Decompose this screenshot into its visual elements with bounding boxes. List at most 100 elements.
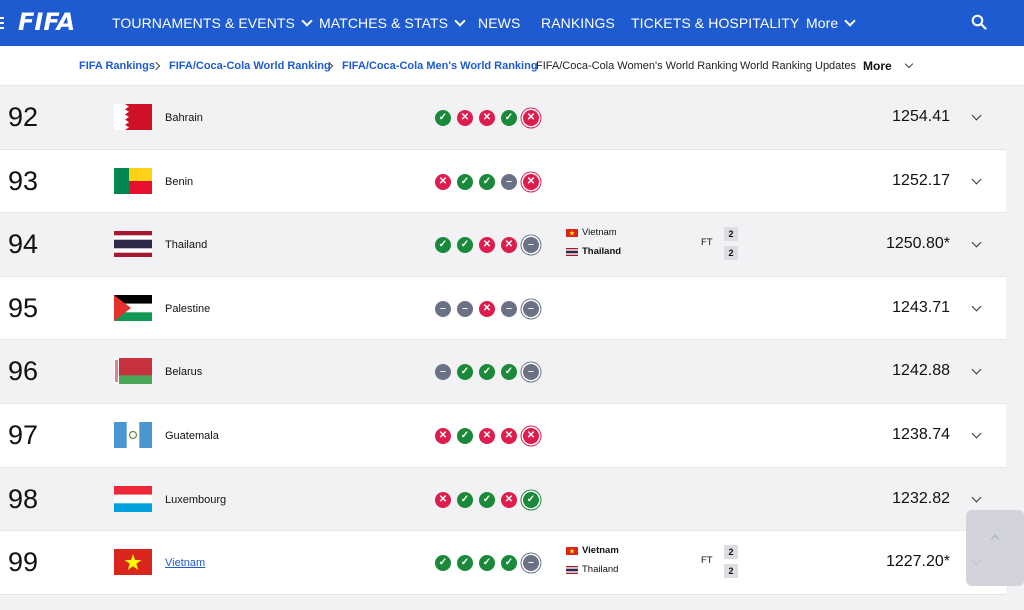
chevron-down-icon [904,59,914,69]
nav-more[interactable]: More [806,15,856,31]
search-icon[interactable] [971,14,987,30]
win-icon[interactable]: ✓ [457,427,473,444]
scroll-to-top-button[interactable] [966,510,1024,586]
country-name: Benin [165,175,194,188]
chevron-down-icon [454,15,466,27]
draw-icon[interactable]: – [435,300,451,317]
chevron-down-icon [844,15,856,27]
win-icon[interactable]: ✓ [479,173,495,190]
win-icon[interactable]: ✓ [457,364,473,381]
chevron-down-icon[interactable] [971,174,982,185]
chevron-down-icon[interactable] [971,428,982,439]
match-team-away: Thailand [566,246,621,257]
nav-label: MATCHES & STATS [319,15,449,31]
draw-icon[interactable]: – [523,237,539,254]
loss-icon[interactable]: ✕ [501,427,517,444]
breadcrumb-world-ranking[interactable]: FIFA/Coca-Cola World Ranking [169,60,331,72]
draw-icon[interactable]: – [523,300,539,317]
win-icon[interactable]: ✓ [435,110,451,126]
breadcrumb-more[interactable]: More [863,59,892,73]
win-icon[interactable]: ✓ [501,110,517,126]
match-team-away: Thailand [566,564,618,575]
loss-icon[interactable]: ✕ [435,173,451,190]
chevron-down-icon[interactable] [971,364,982,375]
hamburger-icon[interactable] [0,14,6,30]
nav-label: TOURNAMENTS & EVENTS [112,15,295,31]
loss-icon[interactable]: ✕ [479,110,495,126]
loss-icon[interactable]: ✕ [523,427,539,444]
ranking-row[interactable]: 97 Guatemala ✕ ✓ ✕ ✕ ✕ 1238.74 [0,403,1006,468]
nav-rankings[interactable]: RANKINGS [541,15,615,31]
ranking-row[interactable]: 92 Bahrain ✓ ✕ ✕ ✓ ✕ 1254.41 [0,86,1006,150]
win-icon[interactable]: ✓ [501,555,517,572]
country-name: Palestine [165,302,211,315]
loss-icon[interactable]: ✕ [435,427,451,444]
ranking-row[interactable]: 93 Benin ✕ ✓ ✓ – ✕ 1252.17 [0,149,1006,214]
country-name[interactable]: Vietnam [165,557,205,569]
team-name: Thailand [582,246,622,258]
win-icon[interactable]: ✓ [479,555,495,572]
latest-match[interactable]: Vietnam Thailand FT 2 2 [566,227,746,263]
fifa-logo[interactable]: FIFA [18,8,75,36]
thailand-flag-icon [114,231,152,258]
draw-icon[interactable]: – [523,555,539,572]
nav-matches-stats[interactable]: MATCHES & STATS [319,15,466,31]
win-icon[interactable]: ✓ [435,555,451,572]
draw-icon[interactable]: – [501,173,517,190]
win-icon[interactable]: ✓ [435,237,451,254]
win-icon[interactable]: ✓ [501,364,517,381]
loss-icon[interactable]: ✕ [479,427,495,444]
latest-match[interactable]: Vietnam Thailand FT 2 2 [566,545,746,581]
chevron-down-icon[interactable] [971,237,982,248]
breadcrumb-mens-ranking[interactable]: FIFA/Coca-Cola Men's World Ranking [342,60,538,72]
win-icon[interactable]: ✓ [457,173,473,190]
thailand-flag-icon [566,565,578,574]
draw-icon[interactable]: – [501,300,517,317]
draw-icon[interactable]: – [435,364,451,381]
rank-number: 97 [8,419,39,450]
loss-icon[interactable]: ✕ [523,110,539,126]
win-icon[interactable]: ✓ [457,237,473,254]
benin-flag-icon [114,167,152,194]
chevron-down-icon[interactable] [971,110,982,121]
ranking-row[interactable]: 99 Vietnam ✓ ✓ ✓ ✓ – Vietnam Thailand FT 2 2 1227.20… [0,531,1006,595]
nav-tickets-hospitality[interactable]: TICKETS & HOSPITALITY [631,15,799,31]
recent-form: ✕ ✓ ✕ ✕ ✕ [435,427,539,444]
score-home: 2 [724,545,738,560]
score-away: 2 [724,246,738,261]
loss-icon[interactable]: ✕ [479,237,495,254]
chevron-down-icon[interactable] [971,492,982,503]
vietnam-flag-icon [114,549,152,576]
win-icon[interactable]: ✓ [457,555,473,572]
loss-icon[interactable]: ✕ [435,491,451,508]
win-icon[interactable]: ✓ [523,491,539,508]
draw-icon[interactable]: – [457,300,473,317]
loss-icon[interactable]: ✕ [457,110,473,126]
breadcrumb-womens-ranking[interactable]: FIFA/Coca-Cola Women's World Ranking [536,60,738,72]
total-points: 1243.71 [892,298,950,316]
win-icon[interactable]: ✓ [479,491,495,508]
win-icon[interactable]: ✓ [479,364,495,381]
loss-icon[interactable]: ✕ [501,491,517,508]
nav-label: NEWS [478,15,521,31]
ranking-row[interactable]: 96 Belarus – ✓ ✓ ✓ –1242.88 [0,340,1006,404]
breadcrumb-fifa-rankings[interactable]: FIFA Rankings [79,60,155,72]
match-status: FT [701,555,713,567]
country-name: Belarus [165,366,203,379]
rank-number: 93 [8,165,39,196]
ranking-row[interactable]: 94 Thailand ✓ ✓ ✕ ✕ – Vietnam Thailand FT 2 2 1250.8… [0,213,1006,277]
breadcrumb-ranking-updates[interactable]: World Ranking Updates [740,60,856,72]
draw-icon[interactable]: – [523,364,539,381]
ranking-row[interactable]: 95 Palestine – – ✕ – –1243.71 [0,276,1006,341]
ranking-row[interactable]: 98 Luxembourg ✕ ✓ ✓ ✕ ✓ 1232.82 [0,467,1006,532]
nav-tournaments-events[interactable]: TOURNAMENTS & EVENTS [112,15,313,31]
total-points: 1252.17 [892,171,950,189]
loss-icon[interactable]: ✕ [479,300,495,317]
chevron-down-icon[interactable] [971,301,982,312]
win-icon[interactable]: ✓ [457,491,473,508]
recent-form: ✓ ✕ ✕ ✓ ✕ [435,110,539,126]
loss-icon[interactable]: ✕ [523,173,539,190]
recent-form: ✓ ✓ ✓ ✓ – [435,555,539,572]
nav-news[interactable]: NEWS [478,15,520,31]
loss-icon[interactable]: ✕ [501,237,517,254]
